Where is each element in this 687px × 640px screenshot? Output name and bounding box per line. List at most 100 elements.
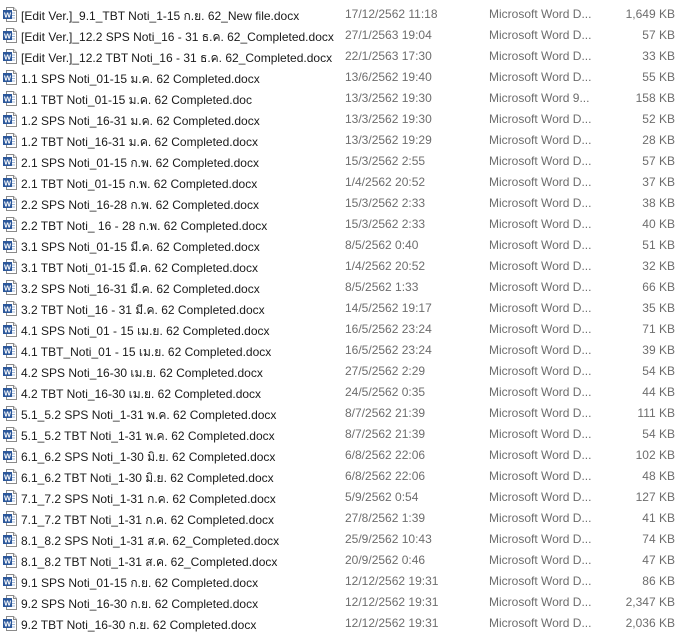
- file-row[interactable]: W 1.1 TBT Noti_01-15 ม.ค. 62 Completed.do…: [0, 88, 687, 109]
- file-row[interactable]: W 8.1_8.2 TBT Noti_1-31 ส.ค. 62_Completed…: [0, 550, 687, 571]
- file-date-modified: 12/12/2562 19:31: [345, 574, 439, 588]
- file-row[interactable]: W 3.2 TBT Noti_16 - 31 มี.ค. 62 Completed…: [0, 298, 687, 319]
- file-type: Microsoft Word D...: [489, 364, 592, 378]
- file-name[interactable]: [Edit Ver.]_12.2 TBT Noti_16 - 31 ธ.ค. 6…: [21, 49, 332, 68]
- file-name[interactable]: [Edit Ver.]_12.2 SPS Noti_16 - 31 ธ.ค. 6…: [21, 28, 334, 47]
- file-row[interactable]: W 6.1_6.2 SPS Noti_1-30 มิ.ย. 62 Complete…: [0, 445, 687, 466]
- file-row[interactable]: W 8.1_8.2 SPS Noti_1-31 ส.ค. 62_Completed…: [0, 529, 687, 550]
- file-type: Microsoft Word D...: [489, 28, 592, 42]
- file-name[interactable]: [Edit Ver.]_9.1_TBT Noti_1-15 ก.ย. 62_Ne…: [21, 7, 299, 26]
- file-name[interactable]: 2.1 TBT Noti_01-15 ก.พ. 62 Completed.doc…: [21, 175, 257, 194]
- file-row[interactable]: W 9.1 SPS Noti_01-15 ก.ย. 62 Completed.do…: [0, 571, 687, 592]
- file-date-modified: 27/5/2562 2:29: [345, 364, 426, 378]
- file-name[interactable]: 9.2 TBT Noti_16-30 ก.ย. 62 Completed.doc…: [21, 616, 256, 635]
- file-name[interactable]: 1.2 SPS Noti_16-31 ม.ค. 62 Completed.doc…: [21, 112, 260, 131]
- file-row[interactable]: W 5.1_5.2 SPS Noti_1-31 พ.ค. 62 Completed…: [0, 403, 687, 424]
- file-date-modified: 1/4/2562 20:52: [345, 259, 426, 273]
- file-date-modified: 12/12/2562 19:31: [345, 595, 439, 609]
- file-row[interactable]: W 2.2 TBT Noti_ 16 - 28 ก.พ. 62 Completed…: [0, 214, 687, 235]
- file-row[interactable]: W 4.2 SPS Noti_16-30 เม.ย. 62 Completed.d…: [0, 361, 687, 382]
- file-size: 55 KB: [642, 70, 675, 84]
- file-row[interactable]: W 2.1 SPS Noti_01-15 ก.พ. 62 Completed.do…: [0, 151, 687, 172]
- file-row[interactable]: W 4.2 TBT Noti_16-30 เม.ย. 62 Completed.d…: [0, 382, 687, 403]
- file-size: 38 KB: [642, 196, 675, 210]
- file-name[interactable]: 1.1 SPS Noti_01-15 ม.ค. 62 Completed.doc…: [21, 70, 260, 89]
- file-name[interactable]: 8.1_8.2 TBT Noti_1-31 ส.ค. 62_Completed.…: [21, 553, 277, 572]
- file-type: Microsoft Word D...: [489, 154, 592, 168]
- file-date-modified: 6/8/2562 22:06: [345, 469, 426, 483]
- file-size: 28 KB: [642, 133, 675, 147]
- file-row[interactable]: W 2.1 TBT Noti_01-15 ก.พ. 62 Completed.do…: [0, 172, 687, 193]
- file-date-modified: 13/3/2562 19:29: [345, 133, 432, 147]
- file-name[interactable]: 7.1_7.2 SPS Noti_1-31 ก.ค. 62 Completed.…: [21, 490, 276, 509]
- word-document-icon: W: [3, 343, 17, 358]
- file-name[interactable]: 1.1 TBT Noti_01-15 ม.ค. 62 Completed.doc: [21, 91, 252, 110]
- word-document-icon: W: [3, 448, 17, 463]
- file-row[interactable]: W 5.1_5.2 TBT Noti_1-31 พ.ค. 62 Completed…: [0, 424, 687, 445]
- file-name[interactable]: 6.1_6.2 TBT Noti_1-30 มิ.ย. 62 Completed…: [21, 469, 274, 488]
- file-row[interactable]: W 7.1_7.2 TBT Noti_1-31 ก.ค. 62 Completed…: [0, 508, 687, 529]
- file-type: Microsoft Word D...: [489, 595, 592, 609]
- file-size: 40 KB: [642, 217, 675, 231]
- file-size: 158 KB: [635, 91, 675, 105]
- svg-text:W: W: [4, 157, 12, 166]
- file-name[interactable]: 3.2 TBT Noti_16 - 31 มี.ค. 62 Completed.…: [21, 301, 265, 320]
- file-size: 52 KB: [642, 112, 675, 126]
- file-size: 2,036 KB: [625, 616, 675, 630]
- file-row[interactable]: W 9.2 SPS Noti_16-30 ก.ย. 62 Completed.do…: [0, 592, 687, 613]
- file-name[interactable]: 4.1 TBT_Noti_01 - 15 เม.ย. 62 Completed.…: [21, 343, 271, 362]
- file-name[interactable]: 9.1 SPS Noti_01-15 ก.ย. 62 Completed.doc…: [21, 574, 258, 593]
- file-size: 2,347 KB: [625, 595, 675, 609]
- file-row[interactable]: W 1.1 SPS Noti_01-15 ม.ค. 62 Completed.do…: [0, 67, 687, 88]
- file-type: Microsoft Word D...: [489, 112, 592, 126]
- file-name[interactable]: 8.1_8.2 SPS Noti_1-31 ส.ค. 62_Completed.…: [21, 532, 279, 551]
- file-type: Microsoft Word D...: [489, 175, 592, 189]
- file-row[interactable]: W 6.1_6.2 TBT Noti_1-30 มิ.ย. 62 Complete…: [0, 466, 687, 487]
- file-name[interactable]: 4.2 TBT Noti_16-30 เม.ย. 62 Completed.do…: [21, 385, 261, 404]
- file-row[interactable]: W 1.2 TBT Noti_16-31 ม.ค. 62 Completed.do…: [0, 130, 687, 151]
- svg-text:W: W: [4, 346, 12, 355]
- word-document-icon: W: [3, 574, 17, 589]
- file-name[interactable]: 6.1_6.2 SPS Noti_1-30 มิ.ย. 62 Completed…: [21, 448, 275, 467]
- file-name[interactable]: 7.1_7.2 TBT Noti_1-31 ก.ค. 62 Completed.…: [21, 511, 274, 530]
- file-name[interactable]: 3.1 SPS Noti_01-15 มี.ค. 62 Completed.do…: [21, 238, 260, 257]
- file-row[interactable]: W 2.2 SPS Noti_16-28 ก.พ. 62 Completed.do…: [0, 193, 687, 214]
- file-row[interactable]: W 7.1_7.2 SPS Noti_1-31 ก.ค. 62 Completed…: [0, 487, 687, 508]
- svg-text:W: W: [4, 31, 12, 40]
- file-row[interactable]: W 3.1 TBT Noti_01-15 มี.ค. 62 Completed.d…: [0, 256, 687, 277]
- file-date-modified: 6/8/2562 22:06: [345, 448, 426, 462]
- file-name[interactable]: 2.2 TBT Noti_ 16 - 28 ก.พ. 62 Completed.…: [21, 217, 267, 236]
- file-date-modified: 27/1/2563 19:04: [345, 28, 432, 42]
- file-date-modified: 8/5/2562 1:33: [345, 280, 419, 294]
- file-name[interactable]: 5.1_5.2 TBT Noti_1-31 พ.ค. 62 Completed.…: [21, 427, 275, 446]
- file-name[interactable]: 3.1 TBT Noti_01-15 มี.ค. 62 Completed.do…: [21, 259, 258, 278]
- file-name[interactable]: 4.2 SPS Noti_16-30 เม.ย. 62 Completed.do…: [21, 364, 263, 383]
- file-type: Microsoft Word D...: [489, 217, 592, 231]
- file-name[interactable]: 5.1_5.2 SPS Noti_1-31 พ.ค. 62 Completed.…: [21, 406, 276, 425]
- file-size: 74 KB: [642, 532, 675, 546]
- word-document-icon: W: [3, 133, 17, 148]
- file-date-modified: 16/5/2562 23:24: [345, 322, 432, 336]
- file-row[interactable]: W 1.2 SPS Noti_16-31 ม.ค. 62 Completed.do…: [0, 109, 687, 130]
- file-row[interactable]: W 3.1 SPS Noti_01-15 มี.ค. 62 Completed.d…: [0, 235, 687, 256]
- file-row[interactable]: W 4.1 TBT_Noti_01 - 15 เม.ย. 62 Completed…: [0, 340, 687, 361]
- svg-text:W: W: [4, 577, 12, 586]
- file-size: 102 KB: [635, 448, 675, 462]
- file-name[interactable]: 9.2 SPS Noti_16-30 ก.ย. 62 Completed.doc…: [21, 595, 258, 614]
- file-row[interactable]: W [Edit Ver.]_12.2 TBT Noti_16 - 31 ธ.ค. …: [0, 46, 687, 67]
- file-name[interactable]: 3.2 SPS Noti_16-31 มี.ค. 62 Completed.do…: [21, 280, 260, 299]
- file-row[interactable]: W 4.1 SPS Noti_01 - 15 เม.ย. 62 Completed…: [0, 319, 687, 340]
- svg-text:W: W: [4, 556, 12, 565]
- word-document-icon: W: [3, 7, 17, 22]
- file-row[interactable]: W 9.2 TBT Noti_16-30 ก.ย. 62 Completed.do…: [0, 613, 687, 634]
- file-name[interactable]: 4.1 SPS Noti_01 - 15 เม.ย. 62 Completed.…: [21, 322, 270, 341]
- file-name[interactable]: 2.2 SPS Noti_16-28 ก.พ. 62 Completed.doc…: [21, 196, 259, 215]
- file-row[interactable]: W [Edit Ver.]_12.2 SPS Noti_16 - 31 ธ.ค. …: [0, 25, 687, 46]
- file-name[interactable]: 2.1 SPS Noti_01-15 ก.พ. 62 Completed.doc…: [21, 154, 259, 173]
- file-row[interactable]: W [Edit Ver.]_9.1_TBT Noti_1-15 ก.ย. 62_N…: [0, 4, 687, 25]
- file-name[interactable]: 1.2 TBT Noti_16-31 ม.ค. 62 Completed.doc…: [21, 133, 258, 152]
- file-size: 57 KB: [642, 154, 675, 168]
- word-document-icon: W: [3, 49, 17, 64]
- svg-text:W: W: [4, 220, 12, 229]
- file-row[interactable]: W 3.2 SPS Noti_16-31 มี.ค. 62 Completed.d…: [0, 277, 687, 298]
